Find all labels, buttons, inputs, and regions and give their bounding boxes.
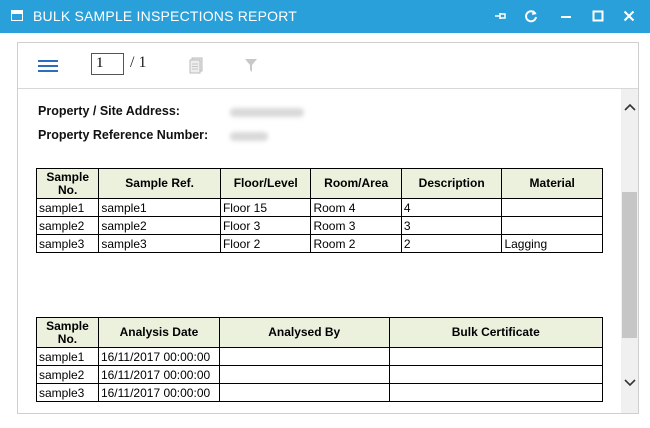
cell	[388, 347, 604, 366]
header-analysed-by: Analysed By	[218, 317, 390, 348]
header-description: Description	[400, 168, 503, 199]
cell: Room 4	[310, 198, 402, 217]
samples-table: Sample No. Sample Ref. Floor/Level Room/…	[35, 168, 603, 253]
close-button[interactable]	[618, 6, 640, 26]
report-viewer: 1 / 1 Property / Site Address: Property …	[17, 42, 639, 414]
refresh-icon	[525, 10, 537, 23]
table-row: sample1 16/11/2017 00:00:00	[36, 347, 604, 366]
document-icon[interactable]	[189, 57, 203, 74]
analysis-table: Sample No. Analysis Date Analysed By Bul…	[36, 317, 604, 402]
reference-value-redacted	[230, 132, 268, 141]
cell: 16/11/2017 00:00:00	[97, 347, 220, 366]
cell: Floor 2	[219, 234, 312, 253]
table-row: sample1 sample1 Floor 15 Room 4 4	[35, 198, 603, 217]
header-analysis-date: Analysis Date	[97, 317, 220, 348]
cell: sample1	[98, 198, 221, 217]
header-sample-no: Sample No.	[35, 168, 100, 199]
cell	[501, 216, 603, 235]
cell: 16/11/2017 00:00:00	[97, 365, 220, 384]
window-title: BULK SAMPLE INSPECTIONS REPORT	[33, 8, 298, 24]
cell: sample1	[36, 347, 99, 366]
header-bulk-certificate: Bulk Certificate	[388, 317, 604, 348]
cell	[388, 383, 604, 402]
cell	[501, 198, 603, 217]
viewer-toolbar: 1 / 1	[18, 43, 638, 89]
minimize-button[interactable]	[555, 6, 577, 26]
header-room-area: Room/Area	[310, 168, 402, 199]
header-sample-ref: Sample Ref.	[98, 168, 221, 199]
cell: sample3	[36, 383, 99, 402]
table-row: sample3 16/11/2017 00:00:00	[36, 383, 604, 402]
pin-icon	[495, 13, 506, 19]
cell: 4	[400, 198, 503, 217]
cell: sample3	[98, 234, 221, 253]
cell: Room 2	[310, 234, 402, 253]
chevron-down-icon	[623, 379, 636, 387]
cell	[388, 365, 604, 384]
cell	[218, 347, 390, 366]
header-material: Material	[501, 168, 603, 199]
cell	[218, 383, 390, 402]
refresh-button[interactable]	[520, 6, 542, 26]
header-floor-level: Floor/Level	[219, 168, 312, 199]
header-sample-no: Sample No.	[36, 317, 99, 348]
page-total: / 1	[130, 54, 147, 71]
cell: sample3	[35, 234, 100, 253]
title-bar: BULK SAMPLE INSPECTIONS REPORT	[0, 0, 650, 33]
scroll-up-button[interactable]	[621, 97, 638, 117]
cell	[218, 365, 390, 384]
reference-label: Property Reference Number:	[38, 128, 209, 142]
cell: Floor 15	[219, 198, 312, 217]
address-label: Property / Site Address:	[38, 104, 180, 118]
cell: Floor 3	[219, 216, 312, 235]
cell: 16/11/2017 00:00:00	[97, 383, 220, 402]
chevron-up-icon	[623, 103, 636, 111]
cell: sample2	[36, 365, 99, 384]
maximize-icon	[592, 10, 604, 22]
scroll-down-button[interactable]	[621, 373, 638, 393]
cell: sample2	[98, 216, 221, 235]
cell: sample2	[35, 216, 100, 235]
maximize-button[interactable]	[587, 6, 609, 26]
close-icon	[623, 10, 635, 22]
cell: Lagging	[501, 234, 603, 253]
filter-icon[interactable]	[244, 58, 258, 73]
page-number-input[interactable]: 1	[91, 53, 124, 75]
table-row: sample3 sample3 Floor 2 Room 2 2 Lagging	[35, 234, 603, 253]
vertical-scrollbar[interactable]	[621, 89, 638, 413]
cell: 3	[400, 216, 503, 235]
scrollbar-thumb[interactable]	[622, 192, 637, 338]
table-row: sample2 sample2 Floor 3 Room 3 3	[35, 216, 603, 235]
report-content: Property / Site Address: Property Refere…	[18, 89, 621, 413]
table-row: sample2 16/11/2017 00:00:00	[36, 365, 604, 384]
minimize-icon	[561, 16, 571, 18]
address-value-redacted	[230, 108, 304, 117]
hamburger-icon[interactable]	[38, 60, 58, 72]
cell: 2	[400, 234, 503, 253]
cell: Room 3	[310, 216, 402, 235]
cell: sample1	[35, 198, 100, 217]
pin-button[interactable]	[490, 6, 512, 26]
window-icon	[11, 10, 23, 21]
